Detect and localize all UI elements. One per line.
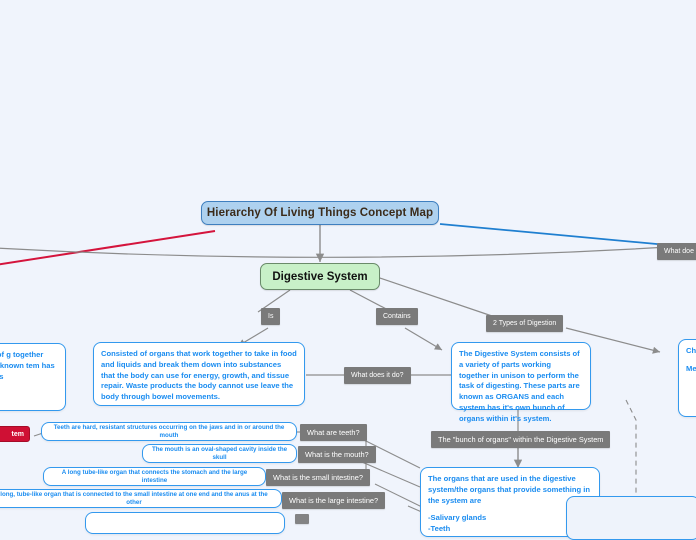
edge-label-what-is-large-intestine[interactable]: What is the large intestine?	[282, 492, 386, 510]
node-definition-card[interactable]: Consisted of organs that work together t…	[93, 342, 305, 406]
edge-label-what-is-the-mouth[interactable]: What is the mouth?	[298, 446, 376, 464]
node-title-hierarchy[interactable]: Hierarchy Of Living Things Concept Map	[201, 201, 439, 225]
node-right-clipped-card[interactable]: Ch do an Me do an m	[678, 339, 696, 417]
node-right-bottom-pale-card[interactable]	[566, 496, 696, 540]
edge-label-what-are-teeth[interactable]: What are teeth?	[300, 424, 367, 442]
node-mouth-answer[interactable]: The mouth is an oval-shaped cavity insid…	[142, 444, 297, 463]
edge-gray-curve	[0, 244, 696, 258]
edge-label-bunch-of-organs[interactable]: The "bunch of organs" within the Digesti…	[431, 431, 611, 449]
edge-mouth-q	[361, 461, 421, 488]
edge-label-what-does-clipped[interactable]: What doe	[657, 243, 696, 260]
edge-label-is[interactable]: Is	[261, 308, 281, 325]
edge-label-what-is-small-intestine[interactable]: What is the small intestine?	[266, 469, 370, 487]
edge-label-two-types-of-digestion[interactable]: 2 Types of Digestion	[486, 315, 564, 332]
concept-map-canvas[interactable]: Hierarchy Of Living Things Concept Map D…	[0, 0, 696, 540]
edge-label-contains[interactable]: Contains	[376, 308, 418, 325]
node-large-intestine-answer[interactable]: long, tube-like organ that is connected …	[0, 489, 282, 508]
node-bottom-clipped-answer[interactable]	[85, 512, 285, 534]
node-digestive-system[interactable]: Digestive System	[260, 263, 380, 290]
edge-contains-tail	[404, 327, 443, 351]
node-teeth-answer[interactable]: Teeth are hard, resistant structures occ…	[41, 422, 297, 441]
right-clipped-line-2: Me do an m	[686, 363, 696, 373]
node-organs-definition-card[interactable]: The Digestive System consists of a varie…	[451, 342, 591, 423]
node-left-clipped-card[interactable]: consists of g together task of re known …	[0, 343, 66, 411]
node-red-system[interactable]: tem	[0, 426, 30, 442]
edge-label-bottom-clipped[interactable]	[295, 514, 309, 524]
node-small-intestine-answer[interactable]: A long tube-like organ that connects the…	[43, 467, 266, 486]
right-clipped-line-1: Ch do an	[686, 346, 696, 355]
edge-red-diagonal	[0, 230, 216, 266]
edge-label-what-does-it-do[interactable]: What does it do?	[344, 367, 411, 384]
